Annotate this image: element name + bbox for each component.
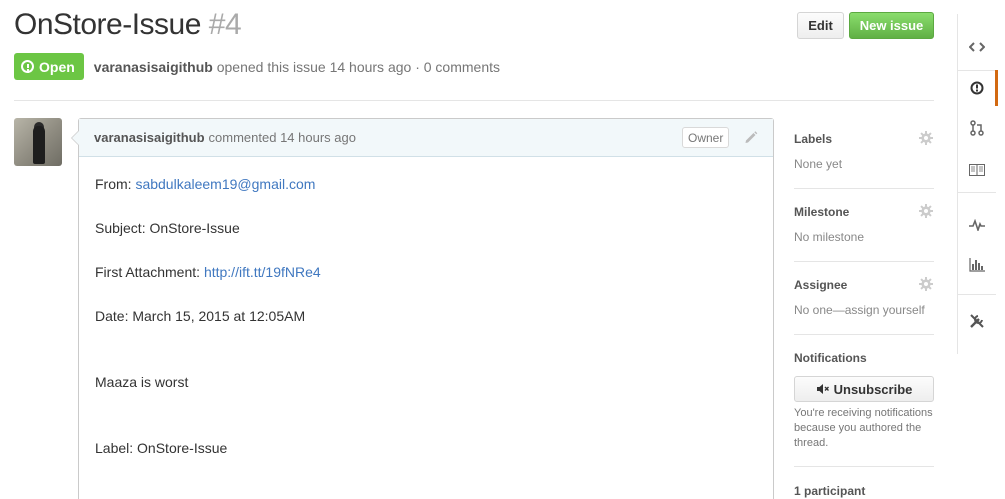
sidebar-labels: Labels None yet [794,131,934,171]
sidebar-divider [794,261,934,262]
comment-from-label: From: [95,176,136,192]
settings-icon [970,314,984,328]
header-divider [14,100,934,101]
status-badge: Open [14,53,84,80]
milestone-value: No milestone [794,230,865,244]
rail-graphs[interactable] [958,247,996,283]
assignee-heading[interactable]: Assignee [794,277,934,293]
pencil-icon[interactable] [743,129,759,145]
comment-label-line: Label: OnStore-Issue [95,440,228,456]
comment-box: varanasisaigithub commented 14 hours ago… [71,118,774,499]
edit-button[interactable]: Edit [797,12,844,39]
issue-meta-text: varanasisaigithub opened this issue 14 h… [94,59,500,75]
new-issue-button[interactable]: New issue [849,12,934,39]
rail-code[interactable] [958,29,996,65]
comment-time[interactable]: commented 14 hours ago [209,130,356,145]
rail-pull-requests[interactable] [958,110,996,146]
sidebar-assignee: Assignee No one—assign yourself [794,277,934,317]
comment-attachment-link[interactable]: http://ift.tt/19fNRe4 [204,264,321,280]
notifications-heading: Notifications [794,351,867,365]
comment-from-email-link[interactable]: sabdulkaleem19@gmail.com [135,176,315,192]
status-badge-label: Open [39,58,75,75]
rail-settings[interactable] [958,303,996,339]
issue-opened-text: opened this issue 14 hours ago · 0 comme… [216,58,500,75]
assignee-gear-icon[interactable] [919,277,933,291]
sidebar-notifications: Notifications [794,350,934,366]
code-icon [969,42,985,52]
owner-badge: Owner [682,127,730,148]
rail-divider [958,294,996,295]
comment-subject: Subject: OnStore-Issue [95,220,240,236]
unsubscribe-button[interactable]: Unsubscribe [794,376,934,402]
notifications-note: You're receiving notifications because y… [794,407,933,449]
pulse-icon [969,219,985,231]
rail-divider [958,192,996,193]
issue-opened-icon [21,60,34,73]
issue-author-link[interactable]: varanasisaigithub [94,59,213,75]
comment-attachment-label: First Attachment: [95,264,204,280]
unsubscribe-label: Unsubscribe [833,381,913,397]
sidebar-divider [794,466,934,467]
comment-attachment-line: First Attachment: http://ift.tt/19fNRe4 [95,264,321,280]
comment-message: Maaza is worst [95,374,189,390]
sidebar-divider [794,334,934,335]
rail-issues[interactable] [958,70,998,106]
labels-gear-icon[interactable] [919,131,933,145]
comment-from-line: From: sabdulkaleem19@gmail.com [95,176,315,192]
issue-title: OnStore-Issue #4 [14,8,242,42]
rail-wiki[interactable] [958,152,996,188]
pull-request-icon [970,120,984,136]
avatar[interactable] [14,118,62,166]
avatar-figure [33,126,45,164]
comment-date: Date: March 15, 2015 at 12:05AM [95,308,306,324]
issue-title-text: OnStore-Issue [14,8,201,41]
labels-heading[interactable]: Labels [794,131,934,147]
milestone-gear-icon[interactable] [919,204,933,218]
comment-author-link[interactable]: varanasisaigithub [94,130,205,145]
comment-header: varanasisaigithub commented 14 hours ago… [79,119,773,157]
issue-number: #4 [208,8,242,41]
wiki-icon [969,164,985,176]
graphs-icon [969,258,985,272]
rail-pulse[interactable] [958,207,996,243]
issues-icon [970,81,984,95]
participants-heading: 1 participant [794,484,866,498]
assignee-value[interactable]: No one—assign yourself [794,303,934,317]
milestone-heading[interactable]: Milestone [794,204,934,220]
sidebar-divider [794,188,934,189]
sidebar-milestone: Milestone No milestone [794,204,934,244]
labels-value: None yet [794,157,843,171]
sidebar-participants: 1 participant [794,483,934,499]
mute-icon [816,384,829,394]
issue-meta: Open varanasisaigithub opened this issue… [14,53,500,80]
repo-nav-rail [957,14,1005,354]
